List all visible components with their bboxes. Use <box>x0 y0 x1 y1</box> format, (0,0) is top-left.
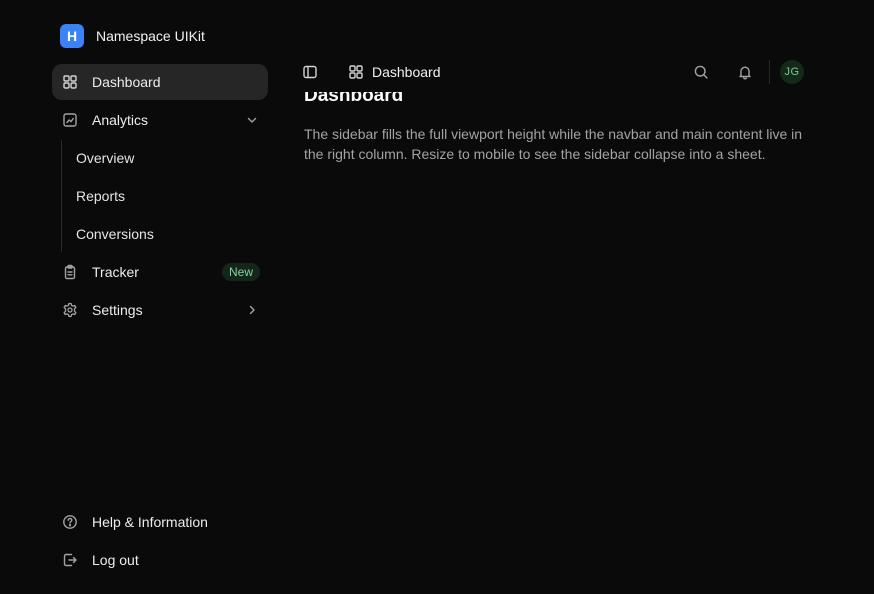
sidebar-item-dashboard[interactable]: Dashboard <box>52 64 268 100</box>
sidebar-item-label: Dashboard <box>92 74 161 90</box>
gear-icon <box>62 302 78 318</box>
sidebar-item-help[interactable]: Help & Information <box>52 504 268 540</box>
sidebar-item-label: Analytics <box>92 112 149 128</box>
sidebar-item-label: Settings <box>92 302 143 318</box>
grid-icon <box>62 74 78 90</box>
logout-icon <box>62 552 78 568</box>
clipboard-icon <box>62 264 78 280</box>
sidebar-subitem-reports[interactable]: Reports <box>66 180 266 212</box>
sidebar-item-analytics[interactable]: Analytics <box>52 102 268 138</box>
brand[interactable]: H Namespace UIKit <box>60 24 205 48</box>
sidebar-subitem-overview[interactable]: Overview <box>66 142 266 174</box>
bell-icon[interactable] <box>737 64 753 80</box>
page-title: Dashboard <box>304 92 404 106</box>
chevron-right-icon[interactable] <box>244 302 260 318</box>
search-icon[interactable] <box>693 64 709 80</box>
navbar-divider <box>769 60 770 84</box>
sidebar-item-logout[interactable]: Log out <box>52 542 268 578</box>
chevron-down-icon[interactable] <box>244 112 260 128</box>
breadcrumb: Dashboard <box>348 64 441 80</box>
brand-logo: H <box>60 24 84 48</box>
navbar: Dashboard JG <box>284 52 824 92</box>
avatar[interactable]: JG <box>780 60 804 84</box>
sidebar-item-label: Tracker <box>92 264 139 280</box>
main-content: Dashboard The sidebar fills the full vie… <box>284 92 824 594</box>
sidebar-subitem-conversions[interactable]: Conversions <box>66 218 266 250</box>
breadcrumb-label: Dashboard <box>372 64 441 80</box>
sidebar: H Namespace UIKit Dashboard Analytics Ov… <box>0 0 284 594</box>
help-circle-icon <box>62 514 78 530</box>
brand-name: Namespace UIKit <box>96 28 205 44</box>
new-badge: New <box>221 263 260 281</box>
sidebar-item-tracker[interactable]: Tracker New <box>52 254 268 290</box>
submenu-guide-line <box>61 140 62 252</box>
analytics-icon <box>62 112 78 128</box>
page-description: The sidebar fills the full viewport heig… <box>304 126 803 162</box>
sidebar-item-label: Help & Information <box>92 514 208 530</box>
sidebar-item-label: Log out <box>92 552 139 568</box>
sidebar-item-settings[interactable]: Settings <box>52 292 268 328</box>
sidebar-toggle-icon[interactable] <box>302 64 318 80</box>
grid-icon <box>348 64 364 80</box>
